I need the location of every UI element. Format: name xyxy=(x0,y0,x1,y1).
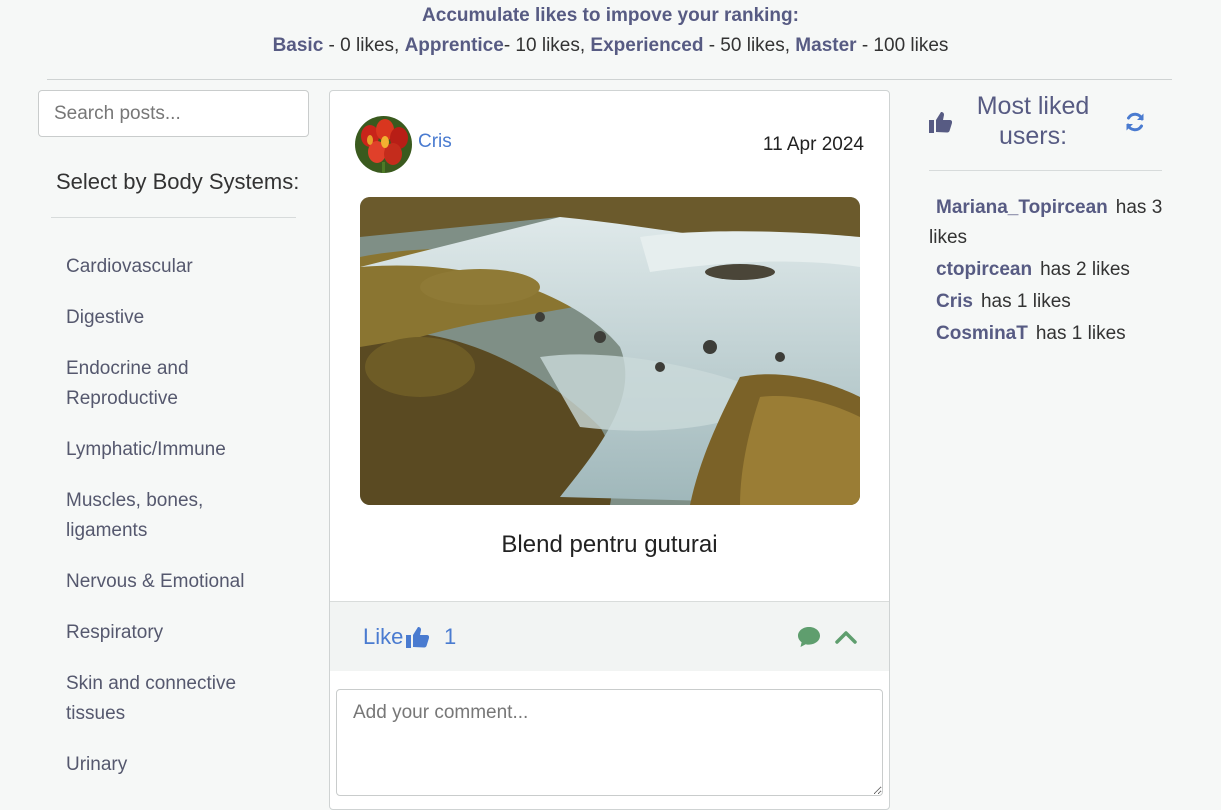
post-actions: Like 1 xyxy=(330,601,889,671)
most-liked-title: Most liked users: xyxy=(976,92,1090,150)
most-liked-list: Mariana_Topircean has 3 likes ctopircean h… xyxy=(929,193,1169,351)
avatar[interactable] xyxy=(355,116,412,173)
post-image xyxy=(360,197,860,505)
search-input[interactable] xyxy=(38,90,309,137)
post-title: Blend pentru guturai xyxy=(501,531,718,558)
has-text: has xyxy=(1115,197,1147,218)
chevron-up-icon[interactable] xyxy=(835,630,857,649)
body-system-lymphatic[interactable]: Lymphatic/Immune xyxy=(66,435,286,465)
level-name: Experienced xyxy=(590,35,704,56)
user-link[interactable]: CosminaT xyxy=(936,323,1028,344)
likes-unit: likes xyxy=(1032,291,1071,312)
ranking-levels: Basic - 0 likes, Apprentice- 10 likes, E… xyxy=(0,31,1221,61)
body-systems-title: Select by Body Systems: xyxy=(56,169,300,194)
ranking-info: Accumulate likes to impove your ranking:… xyxy=(0,0,1221,61)
likes-unit: likes xyxy=(929,227,968,248)
has-text: has xyxy=(980,291,1012,312)
has-text: has xyxy=(1040,259,1071,280)
body-system-endocrine[interactable]: Endocrine and Reproductive xyxy=(66,354,286,414)
body-systems-list: Cardiovascular Digestive Endocrine and R… xyxy=(66,252,286,801)
likes-unit: likes xyxy=(1091,259,1130,280)
like-count: 2 xyxy=(1076,259,1087,280)
post-date: 11 Apr 2024 xyxy=(762,134,864,155)
like-count: 1 xyxy=(1016,291,1028,312)
thumbs-up-icon xyxy=(405,626,430,648)
like-button[interactable]: Like xyxy=(363,624,430,650)
divider xyxy=(51,217,296,218)
level-name: Basic xyxy=(272,35,324,56)
thumbs-up-icon xyxy=(928,111,953,138)
level-desc: - 10 likes, xyxy=(503,35,591,56)
comment-input[interactable] xyxy=(336,689,883,796)
body-system-urinary[interactable]: Urinary xyxy=(66,750,286,780)
body-system-digestive[interactable]: Digestive xyxy=(66,303,286,333)
like-count: 1 xyxy=(444,624,457,649)
like-count: 3 xyxy=(1151,197,1163,218)
level-name: Apprentice xyxy=(404,35,504,56)
level-desc: - 100 likes xyxy=(856,35,949,56)
like-count: 1 xyxy=(1071,323,1083,344)
refresh-icon[interactable] xyxy=(1124,111,1146,138)
body-system-skin[interactable]: Skin and connective tissues xyxy=(66,669,286,729)
most-liked-header: Most liked users: xyxy=(928,91,1162,153)
level-name: Master xyxy=(795,35,857,56)
body-system-nervous[interactable]: Nervous & Emotional xyxy=(66,567,286,597)
list-item: CosminaT has 1 likes xyxy=(929,319,1169,349)
user-link[interactable]: ctopircean xyxy=(936,259,1032,280)
user-link[interactable]: Cris xyxy=(936,291,973,312)
body-system-respiratory[interactable]: Respiratory xyxy=(66,618,286,648)
post-card: Cris 11 Apr 2024 Blend pentru guturai Li… xyxy=(329,90,890,810)
list-item: Cris has 1 likes xyxy=(929,287,1169,317)
body-system-muscles[interactable]: Muscles, bones, ligaments xyxy=(66,486,286,546)
divider xyxy=(47,79,1172,80)
like-label: Like xyxy=(363,624,404,649)
list-item: Mariana_Topircean has 3 likes xyxy=(929,193,1169,253)
list-item: ctopircean has 2 likes xyxy=(929,255,1169,285)
ranking-heading: Accumulate likes to impove your ranking: xyxy=(422,5,799,26)
post-author-link[interactable]: Cris xyxy=(418,131,452,153)
user-link[interactable]: Mariana_Topircean xyxy=(936,197,1108,218)
body-system-cardiovascular[interactable]: Cardiovascular xyxy=(66,252,286,282)
level-desc: - 0 likes, xyxy=(323,35,405,56)
has-text: has xyxy=(1035,323,1067,344)
comment-icon[interactable] xyxy=(797,626,821,653)
level-desc: - 50 likes, xyxy=(703,35,796,56)
likes-unit: likes xyxy=(1087,323,1126,344)
divider xyxy=(929,170,1162,171)
